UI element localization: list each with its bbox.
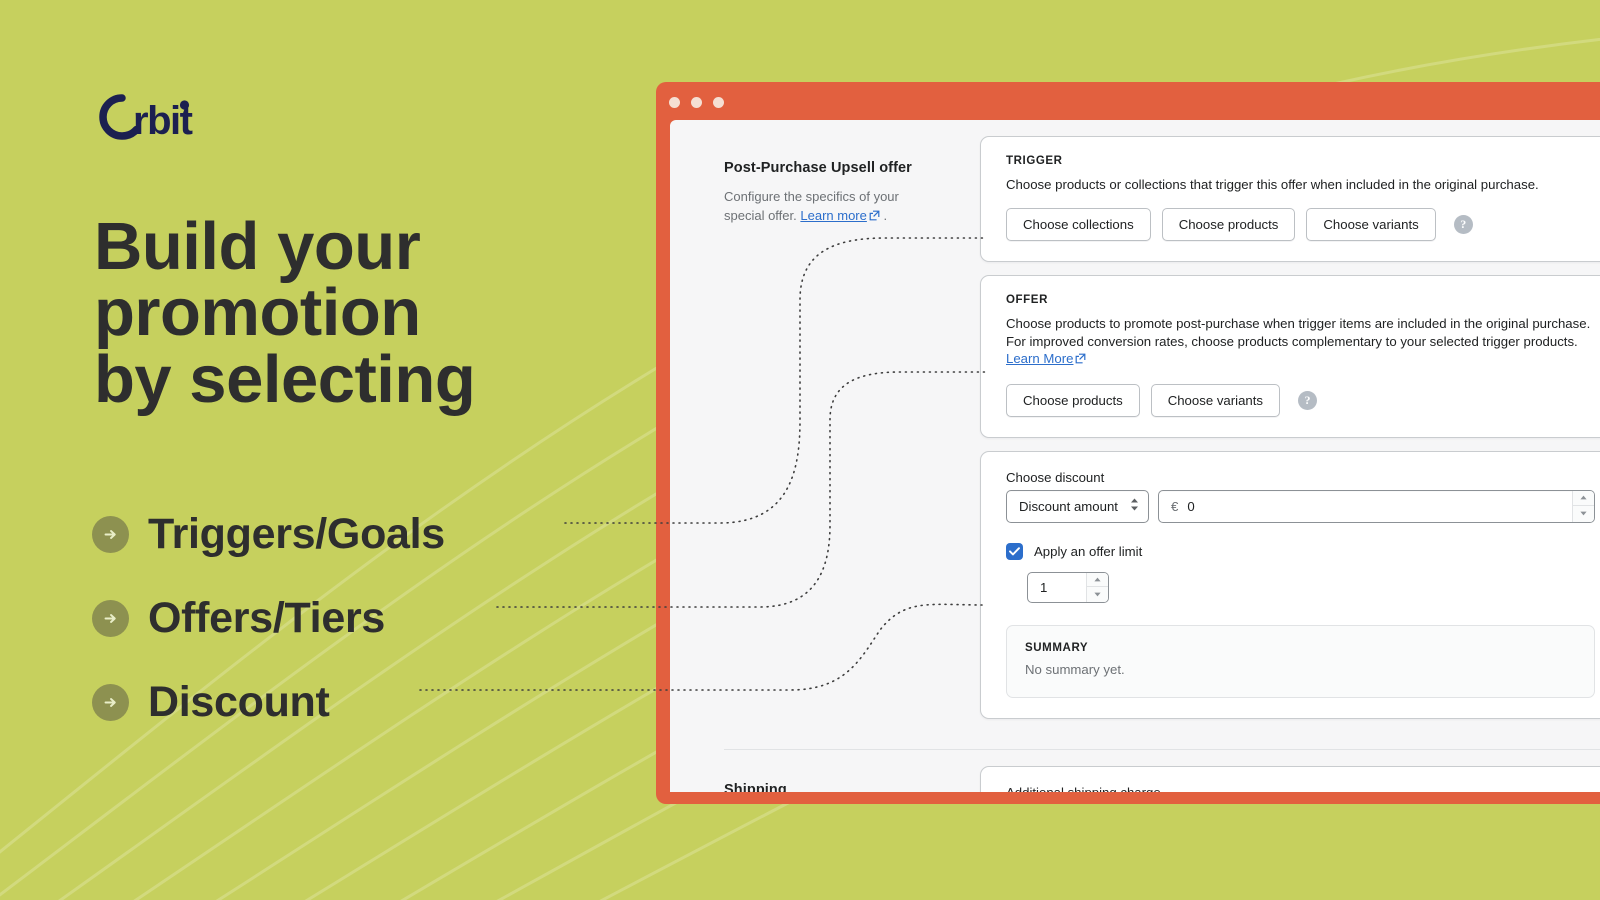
trigger-help-icon[interactable]: ?: [1453, 215, 1473, 235]
offer-card: OFFER Choose products to promote post-pu…: [980, 275, 1600, 438]
choose-collections-button[interactable]: Choose collections: [1006, 208, 1151, 242]
offer-cards-column: TRIGGER Choose products or collections t…: [980, 120, 1600, 732]
summary-panel: SUMMARY No summary yet.: [1006, 624, 1595, 698]
headline-line-2: promotion: [94, 275, 421, 351]
apply-offer-limit-label: Apply an offer limit: [1034, 543, 1143, 559]
chevron-updown-icon: [1130, 498, 1139, 515]
orbit-ring-icon: [99, 94, 141, 140]
offer-limit-stepper[interactable]: [1086, 572, 1108, 602]
offer-help-icon[interactable]: ?: [1298, 390, 1317, 410]
offer-card-body: Choose products to promote post-purchase…: [1006, 316, 1591, 349]
app-viewport: Post-Purchase Upsell offer Configure the…: [670, 120, 1600, 792]
offer-card-learn-more-link[interactable]: Learn More: [1006, 351, 1073, 366]
choose-discount-label: Choose discount: [1006, 469, 1105, 485]
list-item-triggers-goals: Triggers/Goals: [92, 492, 652, 576]
offer-learn-more-link[interactable]: Learn more: [800, 208, 866, 223]
offer-section-description: Configure the specifics of your special …: [724, 188, 940, 227]
list-item-label: Triggers/Goals: [148, 509, 445, 558]
offer-card-kicker: OFFER: [1006, 294, 1048, 307]
discount-amount-stepper[interactable]: [1572, 490, 1594, 522]
offer-choose-variants-button[interactable]: Choose variants: [1150, 383, 1280, 417]
offer-limit-value: 1: [1040, 579, 1048, 595]
summary-kicker: SUMMARY: [1025, 641, 1089, 654]
discount-amount-value: 0: [1187, 498, 1195, 514]
trigger-card-text: Choose products or collections that trig…: [1006, 177, 1539, 192]
summary-text: No summary yet.: [1025, 661, 1125, 677]
maximize-dot-icon[interactable]: [713, 97, 724, 108]
offer-description-period: .: [883, 207, 888, 223]
list-item-label: Discount: [148, 677, 330, 726]
headline-line-3: by selecting: [94, 341, 476, 417]
shipping-section-intro: Shipping Learn more .: [670, 750, 980, 792]
trigger-card: TRIGGER Choose products or collections t…: [980, 136, 1600, 263]
choose-products-button[interactable]: Choose products: [1161, 208, 1296, 242]
apply-offer-limit-checkbox[interactable]: [1006, 542, 1023, 560]
offer-limit-checkbox-row: Apply an offer limit: [1006, 542, 1595, 560]
discount-card: Choose discount Discount amount € 0 Appl…: [980, 450, 1600, 719]
offer-section-title: Post-Purchase Upsell offer: [724, 160, 912, 176]
currency-symbol: €: [1170, 498, 1179, 514]
shipping-card-column: Additional shipping charge € 0: [980, 750, 1600, 792]
arrow-right-icon: [92, 515, 129, 553]
offer-section-intro: Post-Purchase Upsell offer Configure the…: [670, 120, 980, 732]
arrow-right-icon: [92, 599, 129, 637]
discount-amount-input[interactable]: € 0: [1157, 489, 1595, 523]
list-item-label: Offers/Tiers: [148, 593, 385, 642]
hero-panel: rbit Build your promotion by selecting T…: [0, 0, 660, 900]
stepper-down-button[interactable]: [1573, 506, 1594, 522]
discount-type-select[interactable]: Discount amount: [1006, 489, 1149, 523]
offer-limit-input[interactable]: 1: [1027, 571, 1109, 603]
stepper-up-button[interactable]: [1087, 572, 1108, 588]
trigger-card-kicker: TRIGGER: [1006, 155, 1063, 167]
list-item-offers-tiers: Offers/Tiers: [92, 576, 652, 660]
orbit-logo: rbit: [96, 92, 211, 143]
feature-list: Triggers/Goals Offers/Tiers Discount: [92, 492, 652, 744]
choose-variants-button[interactable]: Choose variants: [1306, 208, 1436, 242]
external-link-icon: [869, 208, 880, 227]
offer-choose-products-button[interactable]: Choose products: [1006, 383, 1140, 417]
additional-shipping-charge-label: Additional shipping charge: [1006, 785, 1600, 792]
offer-card-text: Choose products to promote post-purchase…: [1006, 315, 1595, 368]
trigger-card-actions: Choose collections Choose products Choos…: [1006, 208, 1595, 242]
minimize-dot-icon[interactable]: [691, 97, 702, 108]
headline-line-1: Build your: [94, 209, 421, 284]
browser-titlebar: [656, 82, 1600, 120]
stepper-up-button[interactable]: [1573, 490, 1594, 507]
shipping-section-title: Shipping: [724, 781, 787, 792]
offer-configuration-section: Post-Purchase Upsell offer Configure the…: [670, 120, 1600, 732]
offer-card-actions: Choose products Choose variants ?: [1006, 383, 1595, 417]
checkmark-icon: [1009, 546, 1020, 556]
discount-row: Discount amount € 0: [1006, 489, 1595, 523]
browser-window: Post-Purchase Upsell offer Configure the…: [656, 82, 1600, 804]
close-dot-icon[interactable]: [669, 97, 680, 108]
external-link-icon: [1075, 351, 1086, 368]
list-item-discount: Discount: [92, 660, 652, 744]
page-title: Build your promotion by selecting: [94, 209, 654, 417]
shipping-section: Shipping Learn more . Additional shippin…: [670, 750, 1600, 792]
stepper-down-button[interactable]: [1087, 587, 1108, 602]
shipping-card: Additional shipping charge € 0: [980, 765, 1600, 792]
discount-type-value: Discount amount: [1019, 498, 1118, 514]
arrow-right-icon: [92, 683, 129, 721]
